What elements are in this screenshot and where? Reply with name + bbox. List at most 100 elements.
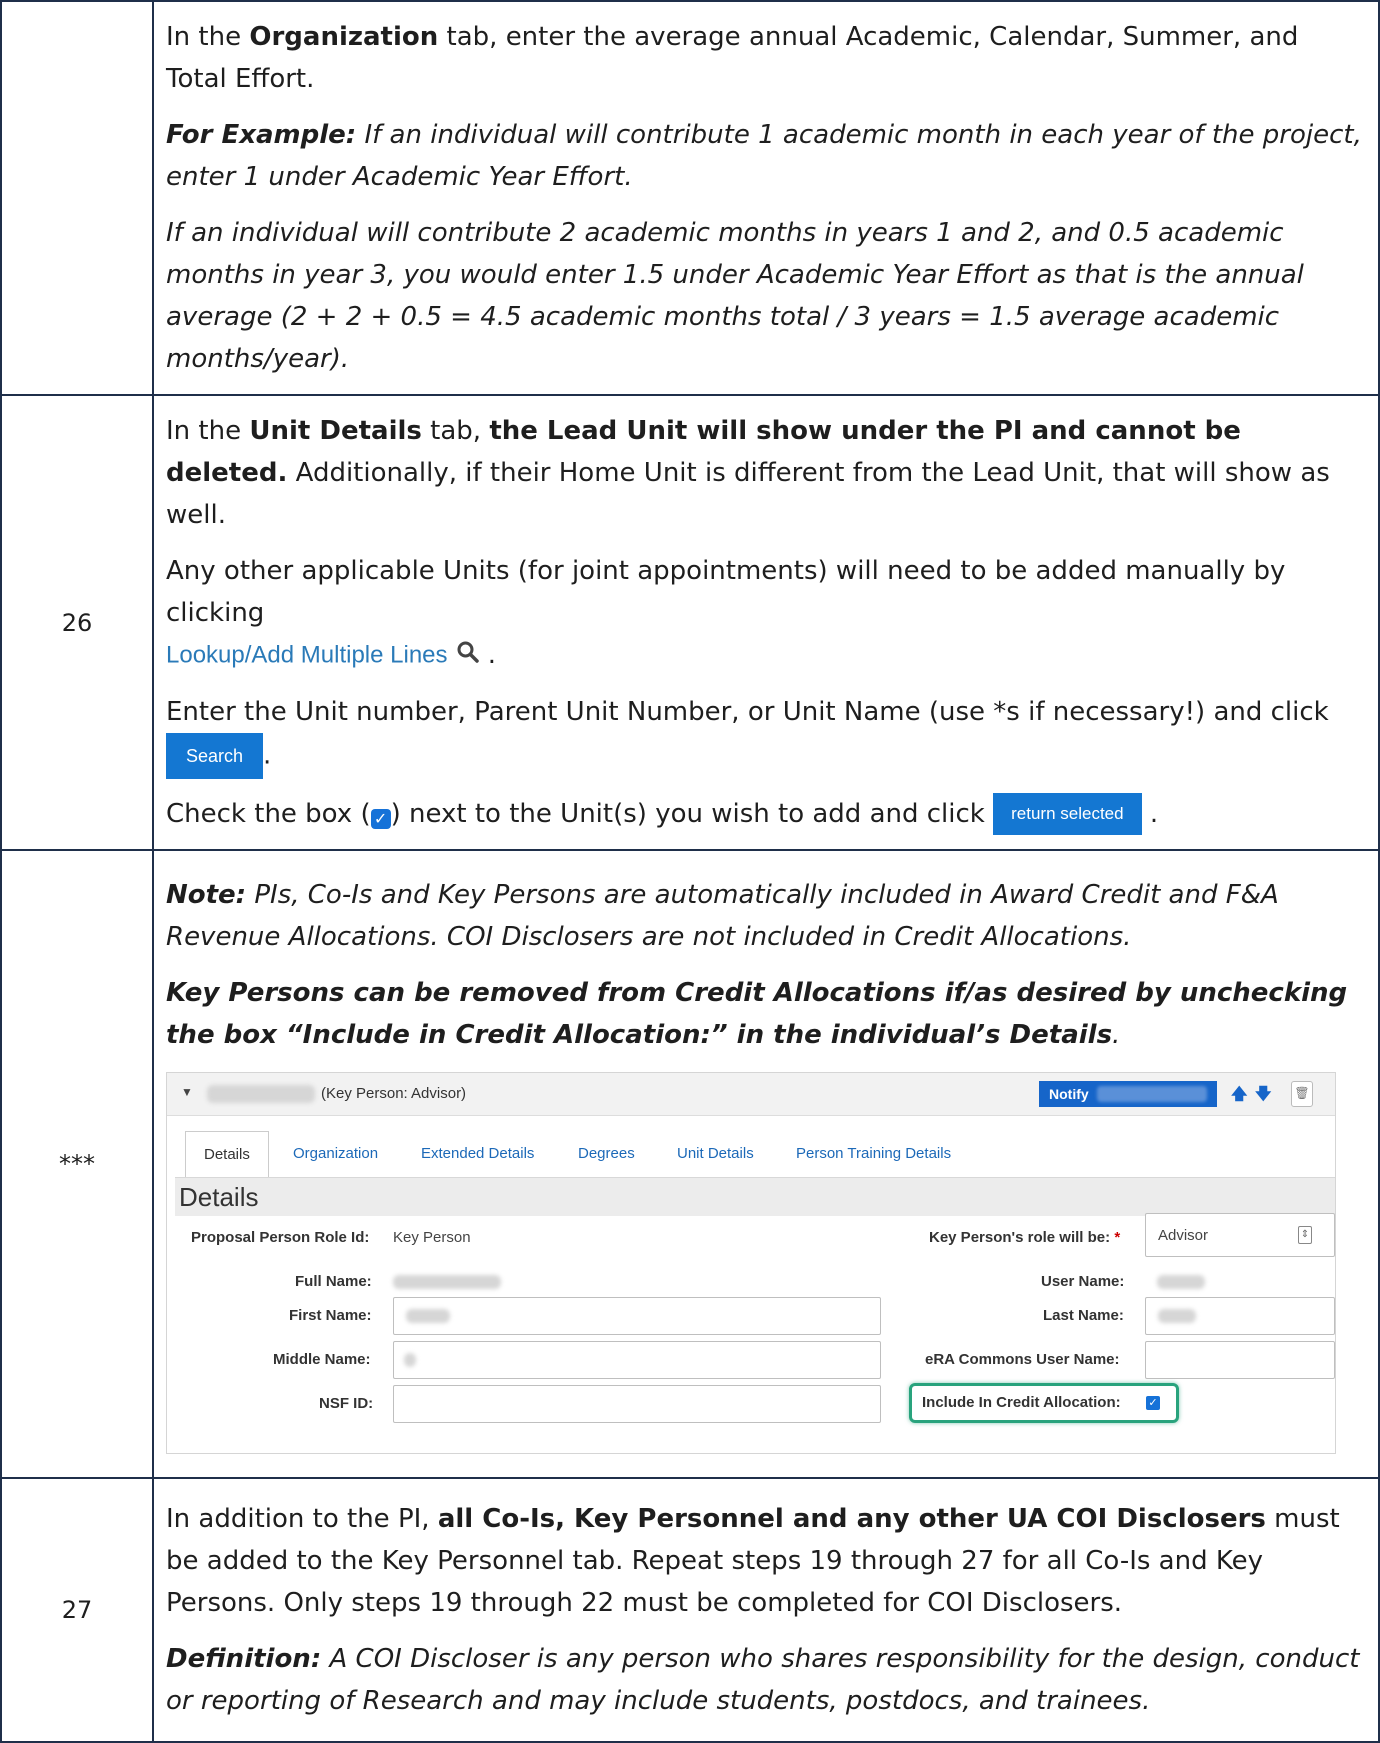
bold-text: all Co-Is, Key Personnel and any other U… — [437, 1504, 1266, 1534]
step-content: In the Organization tab, enter the avera… — [152, 0, 1380, 396]
arrow-up-icon[interactable]: 🡅 — [1231, 1083, 1247, 1110]
step-number: 27 — [0, 1477, 154, 1743]
last-name-label: Last Name: — [1043, 1307, 1124, 1324]
paragraph: In addition to the PI, all Co-Is, Key Pe… — [166, 1498, 1366, 1624]
middle-name-label: Middle Name: — [273, 1351, 371, 1368]
text: In the — [166, 22, 250, 52]
paragraph: Check the box (✓) next to the Unit(s) yo… — [166, 793, 1366, 835]
middle-name-field[interactable] — [393, 1341, 881, 1379]
key-person-screenshot: ▼ (Key Person: Advisor) Notify 🡅 🡇 🗑 Det… — [166, 1072, 1336, 1454]
first-name-label: First Name: — [289, 1307, 372, 1324]
step-content: In addition to the PI, all Co-Is, Key Pe… — [152, 1477, 1380, 1743]
last-name-field[interactable] — [1145, 1297, 1335, 1335]
text: . — [1112, 1020, 1121, 1050]
table-row: *** Note: PIs, Co-Is and Key Persons are… — [0, 849, 1380, 1479]
step-content: Note: PIs, Co-Is and Key Persons are aut… — [152, 849, 1380, 1479]
return-selected-button[interactable]: return selected — [993, 793, 1142, 835]
role-select[interactable]: Advisor ⇕ — [1145, 1213, 1335, 1257]
text: ) next to the Unit(s) you wish to add an… — [390, 798, 985, 829]
notify-label: Notify — [1049, 1086, 1089, 1102]
text: In addition to the PI, — [166, 1504, 438, 1534]
redacted-full-name — [393, 1275, 501, 1289]
full-name-label: Full Name: — [295, 1273, 372, 1290]
text: Any other applicable Units (for joint ap… — [166, 556, 1286, 628]
step-number: *** — [0, 849, 154, 1479]
notify-button[interactable]: Notify — [1039, 1081, 1217, 1107]
redacted-notify — [1097, 1086, 1207, 1102]
role-label: (Key Person: Advisor) — [321, 1085, 467, 1102]
role-select-value: Advisor — [1158, 1227, 1209, 1244]
user-name-label: User Name: — [1041, 1273, 1125, 1290]
text: In the — [166, 416, 250, 446]
text: . — [263, 740, 272, 770]
tab-details[interactable]: Details — [185, 1131, 269, 1177]
arrow-down-icon[interactable]: 🡇 — [1255, 1083, 1271, 1110]
text: . — [487, 640, 497, 670]
text: A COI Discloser is any person who shares… — [166, 1644, 1360, 1716]
search-icon[interactable] — [456, 635, 480, 677]
text: Additionally, if their Home Unit is diff… — [166, 458, 1330, 530]
text: Check the box ( — [166, 798, 371, 829]
step-number: 26 — [0, 394, 154, 851]
instructions-table: In the Organization tab, enter the avera… — [0, 0, 1380, 1743]
paragraph: If an individual will contribute 2 acade… — [166, 212, 1366, 380]
redacted-last-name — [1158, 1309, 1196, 1323]
lookup-add-multiple-lines-link[interactable]: Lookup/Add Multiple Lines — [166, 642, 448, 669]
tab-extended-details[interactable]: Extended Details — [421, 1131, 534, 1177]
label-text: Key Person's role will be: — [929, 1229, 1111, 1246]
nsf-id-label: NSF ID: — [319, 1395, 374, 1412]
bold-text: Key Persons can be removed from Credit A… — [166, 978, 1348, 1050]
paragraph: Note: PIs, Co-Is and Key Persons are aut… — [166, 874, 1366, 958]
role-will-be-label: Key Person's role will be: * — [929, 1229, 1120, 1246]
required-mark: * — [1114, 1229, 1121, 1246]
step-number — [0, 0, 154, 396]
paragraph: In the Organization tab, enter the avera… — [166, 16, 1366, 100]
details-section-header: Details — [175, 1177, 1335, 1216]
paragraph: For Example: If an individual will contr… — [166, 114, 1366, 198]
first-name-field[interactable] — [393, 1297, 881, 1335]
search-button[interactable]: Search — [166, 732, 264, 779]
nsf-id-field[interactable] — [393, 1385, 881, 1423]
person-header: ▼ (Key Person: Advisor) Notify 🡅 🡇 🗑 — [167, 1073, 1335, 1116]
definition-label: Definition: — [166, 1644, 322, 1674]
section-title: Details — [179, 1182, 259, 1212]
role-id-label: Proposal Person Role Id: — [191, 1229, 370, 1246]
checkbox-icon: ✓ — [370, 808, 391, 829]
example-label: For Example: — [166, 120, 357, 150]
paragraph: Any other applicable Units (for joint ap… — [166, 550, 1366, 677]
role-id-value: Key Person — [393, 1229, 471, 1246]
credit-allocation-checkbox[interactable]: ✓ — [1146, 1396, 1160, 1410]
redacted-user-name — [1157, 1275, 1205, 1289]
table-row: 26 In the Unit Details tab, the Lead Uni… — [0, 394, 1380, 851]
text: tab, — [421, 416, 490, 446]
redacted-name — [207, 1085, 315, 1103]
paragraph: In the Unit Details tab, the Lead Unit w… — [166, 410, 1366, 536]
paragraph: Enter the Unit number, Parent Unit Numbe… — [166, 691, 1366, 779]
tab-degrees[interactable]: Degrees — [578, 1131, 635, 1177]
tab-person-training-details[interactable]: Person Training Details — [796, 1131, 951, 1177]
note-label: Note: — [166, 880, 247, 910]
collapse-caret-icon[interactable]: ▼ — [181, 1085, 193, 1099]
tab-unit-details[interactable]: Unit Details — [677, 1131, 754, 1177]
table-row: In the Organization tab, enter the avera… — [0, 0, 1380, 396]
paragraph: Definition: A COI Discloser is any perso… — [166, 1638, 1366, 1722]
redacted-middle-name — [404, 1353, 416, 1367]
bold-text: Unit Details — [249, 416, 422, 446]
person-tabs: Details Organization Extended Details De… — [167, 1131, 1335, 1177]
credit-allocation-highlight: Include In Credit Allocation: ✓ — [909, 1383, 1179, 1423]
bold-text: Organization — [249, 22, 439, 52]
step-content: In the Unit Details tab, the Lead Unit w… — [152, 394, 1380, 851]
text: . — [1149, 798, 1159, 829]
text: PIs, Co-Is and Key Persons are automatic… — [166, 880, 1279, 952]
tab-organization[interactable]: Organization — [293, 1131, 378, 1177]
trash-icon[interactable]: 🗑 — [1291, 1081, 1313, 1107]
redacted-first-name — [406, 1309, 450, 1323]
text: Enter the Unit number, Parent Unit Numbe… — [166, 696, 1329, 727]
text: If an individual will contribute 2 acade… — [166, 218, 1304, 374]
era-commons-field[interactable] — [1145, 1341, 1335, 1379]
era-commons-label: eRA Commons User Name: — [925, 1351, 1120, 1368]
credit-allocation-label: Include In Credit Allocation: — [922, 1394, 1121, 1411]
table-row: 27 In addition to the PI, all Co-Is, Key… — [0, 1477, 1380, 1743]
paragraph: Key Persons can be removed from Credit A… — [166, 972, 1366, 1056]
select-arrows-icon: ⇕ — [1298, 1226, 1312, 1244]
